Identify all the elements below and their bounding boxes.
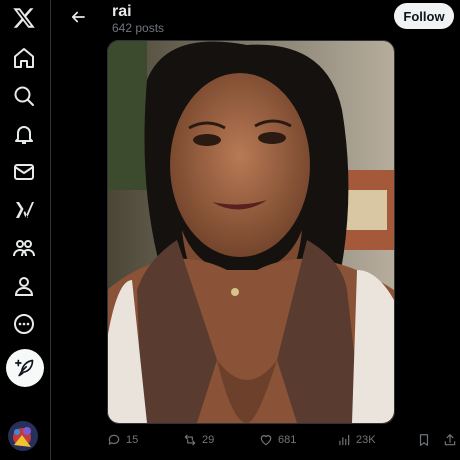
like-count: 681 (278, 434, 297, 446)
x-logo-icon[interactable] (12, 6, 36, 30)
search-icon[interactable] (12, 84, 36, 108)
photo-image (107, 40, 394, 423)
repost-count: 29 (202, 434, 215, 446)
profile-name[interactable]: rai (112, 3, 132, 21)
share-button[interactable] (443, 430, 457, 450)
follow-button[interactable]: Follow (394, 3, 454, 29)
view-count: 23K (356, 434, 376, 446)
post-detail-view: rai 642 posts Follow 15 29 681 23K (51, 0, 460, 460)
reply-button[interactable]: 15 (107, 430, 138, 450)
post-actions-bar: 15 29 681 23K (107, 430, 457, 450)
like-button[interactable]: 681 (259, 430, 296, 450)
bookmark-icon (419, 434, 429, 446)
reply-icon (108, 434, 120, 445)
left-nav-rail (0, 0, 51, 460)
heart-icon (260, 435, 272, 446)
bookmark-button[interactable] (417, 430, 431, 450)
back-button[interactable] (66, 5, 90, 29)
views-button[interactable]: 23K (337, 430, 376, 450)
account-avatar[interactable] (8, 421, 38, 451)
reply-count: 15 (126, 434, 139, 446)
feather-plus-icon (15, 359, 34, 377)
more-icon[interactable] (12, 312, 36, 336)
repost-icon (184, 434, 196, 446)
home-icon[interactable] (12, 46, 36, 70)
share-icon (444, 434, 456, 446)
post-media-photo[interactable] (107, 40, 394, 423)
profile-icon[interactable] (12, 274, 36, 298)
compose-post-button[interactable] (6, 349, 44, 387)
repost-button[interactable]: 29 (183, 430, 214, 450)
analytics-icon (339, 434, 350, 446)
arrow-left-icon (71, 11, 85, 23)
messages-icon[interactable] (12, 160, 36, 184)
notifications-icon[interactable] (12, 122, 36, 146)
post-count: 642 posts (112, 21, 165, 35)
grok-icon[interactable] (12, 198, 36, 222)
app-window: rai 642 posts Follow 15 29 681 23K (0, 0, 460, 460)
communities-icon[interactable] (12, 236, 36, 260)
